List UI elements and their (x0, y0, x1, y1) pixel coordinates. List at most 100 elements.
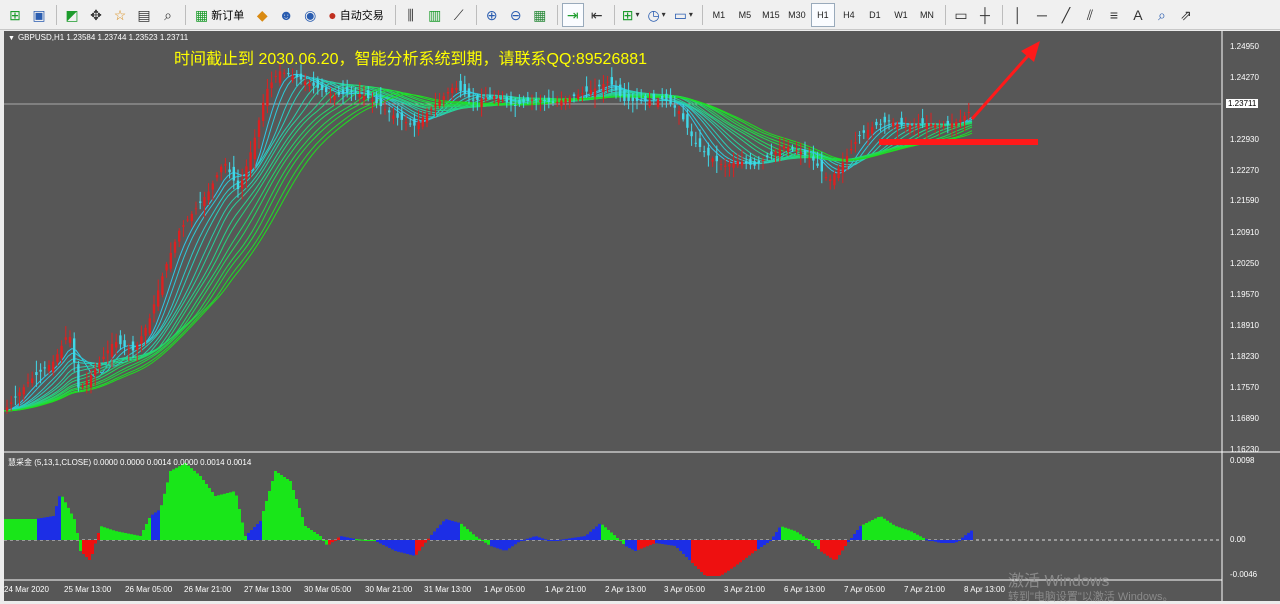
candle-body (602, 84, 605, 92)
histogram-bar (841, 540, 844, 551)
time-tick-label: 8 Apr 13:00 (964, 585, 1005, 594)
candle-body (959, 119, 962, 122)
timeframe-h4-button[interactable]: H4 (837, 3, 861, 27)
histogram-bar (235, 495, 238, 540)
indicators-button[interactable]: ⊞ ▾ (619, 3, 643, 27)
chart-canvas[interactable] (4, 31, 1280, 601)
collapse-icon: ▼ (8, 35, 15, 42)
candle-body (850, 149, 853, 151)
candle-body (522, 99, 525, 103)
histogram-bar (286, 479, 289, 540)
histogram-bar (109, 529, 112, 540)
new-order-icon: ▦ (195, 6, 209, 23)
new-order-button[interactable]: ▦ 新订单 (190, 3, 249, 27)
candlestick-button[interactable]: ▥ (424, 3, 446, 27)
candle-body (110, 344, 114, 357)
autoscroll-button[interactable]: ⇥ (561, 2, 584, 27)
histogram-bar (742, 540, 745, 560)
fibonacci-button[interactable]: ≡ (1103, 3, 1125, 27)
bar-chart-button[interactable]: ⫼ (400, 3, 422, 27)
candle-body (577, 94, 580, 100)
timeframe-m1-button[interactable]: M1 (707, 3, 731, 27)
candle-body (858, 135, 861, 136)
signal-button[interactable]: ◉ (299, 3, 321, 27)
histogram-bar (886, 520, 889, 540)
chart-window[interactable]: ▼ GBPUSD,H1 1.23584 1.23744 1.23523 1.237… (4, 31, 1280, 603)
profiles-button[interactable]: ▣ (28, 3, 50, 27)
label-tool-button[interactable]: ⌕ (1151, 3, 1173, 27)
histogram-bar (430, 534, 433, 540)
candle-body (631, 97, 634, 101)
zoom-in-button[interactable]: ⊕ (481, 3, 503, 27)
histogram-bar (166, 482, 169, 540)
candle-body (350, 90, 353, 92)
histogram-bar (907, 530, 910, 540)
histogram-bar (229, 492, 232, 541)
tile-windows-button[interactable]: ▦ (529, 3, 551, 27)
strategy-tester-button[interactable]: ⌕ (157, 3, 179, 27)
price-tick-label: 1.22270 (1230, 166, 1259, 175)
new-chart-button[interactable]: ⊞ (4, 3, 26, 27)
chevron-down-icon: ▾ (661, 10, 666, 19)
candle-body (682, 113, 685, 120)
histogram-bar (568, 538, 571, 540)
auto-trading-button[interactable]: ● 自动交易 (323, 3, 388, 27)
timeframe-mn-button[interactable]: MN (915, 3, 939, 27)
text-tool-button[interactable]: A (1127, 3, 1149, 27)
timeframe-m15-button[interactable]: M15 (759, 3, 783, 27)
candle-body (257, 120, 261, 137)
histogram-bar (34, 519, 37, 540)
vertical-line-button[interactable]: │ (1007, 3, 1029, 27)
templates-button[interactable]: ▭ ▾ (671, 3, 696, 27)
timeframe-d1-button[interactable]: D1 (863, 3, 887, 27)
candle-body (421, 117, 424, 127)
histogram-bar (76, 533, 79, 540)
candle-body (346, 87, 349, 93)
periods-button[interactable]: ◷ ▾ (644, 3, 668, 27)
price-axis[interactable]: 1.24950 1.24270 1.23711 1.22930 1.22270 1.215… (1222, 31, 1280, 601)
crosshair-button[interactable]: ┼ (974, 3, 996, 27)
timeframe-m5-button[interactable]: M5 (733, 3, 757, 27)
channel-button[interactable]: ⫽ (1079, 3, 1101, 27)
histogram-bar (82, 540, 85, 554)
histogram-bar (766, 540, 769, 543)
histogram-bar (136, 535, 139, 540)
histogram-bar (394, 540, 397, 551)
arrows-tool-button[interactable]: ⇗ (1175, 3, 1197, 27)
candle-body (64, 337, 67, 340)
candle-body (963, 115, 966, 121)
histogram-bar (493, 540, 496, 548)
timeframe-m30-button[interactable]: M30 (785, 3, 809, 27)
market-watch-button[interactable]: ◩ (61, 3, 83, 27)
horizontal-line-button[interactable]: ─ (1031, 3, 1053, 27)
candle-body (589, 90, 592, 95)
line-chart-button[interactable]: ⟋ (448, 3, 470, 27)
terminal-button[interactable]: ▤ (133, 3, 155, 27)
zoom-out-button[interactable]: ⊖ (505, 3, 527, 27)
favorites-button[interactable]: ☆ (109, 3, 131, 27)
histogram-bar (343, 536, 346, 540)
time-tick-label: 25 Mar 13:00 (64, 585, 112, 594)
histogram-bar (145, 524, 148, 540)
users-button[interactable]: ☻ (275, 3, 297, 27)
timeframe-h1-button[interactable]: H1 (810, 2, 835, 27)
histogram-bar (337, 537, 340, 540)
chart-shift-button[interactable]: ⇤ (586, 3, 608, 27)
candle-body (942, 125, 945, 127)
candle-body (539, 100, 542, 102)
trendline-button[interactable]: ╱ (1055, 3, 1077, 27)
histogram-bar (97, 533, 100, 540)
timeframe-w1-button[interactable]: W1 (889, 3, 913, 27)
metaeditor-button[interactable]: ◆ (251, 3, 273, 27)
crosshair-nav-button[interactable]: ✥ (85, 3, 107, 27)
histogram-bar (784, 527, 787, 540)
histogram-bar (838, 540, 841, 555)
toolbar-separator (944, 4, 946, 25)
histogram-bar (913, 533, 916, 540)
histogram-bar (607, 529, 610, 540)
time-tick-label: 6 Apr 13:00 (784, 585, 825, 594)
current-price-label: 1.23711 (1226, 99, 1259, 108)
histogram-bar (679, 540, 682, 551)
candle-body (119, 335, 122, 345)
cursor-button[interactable]: ▭ (950, 3, 972, 27)
